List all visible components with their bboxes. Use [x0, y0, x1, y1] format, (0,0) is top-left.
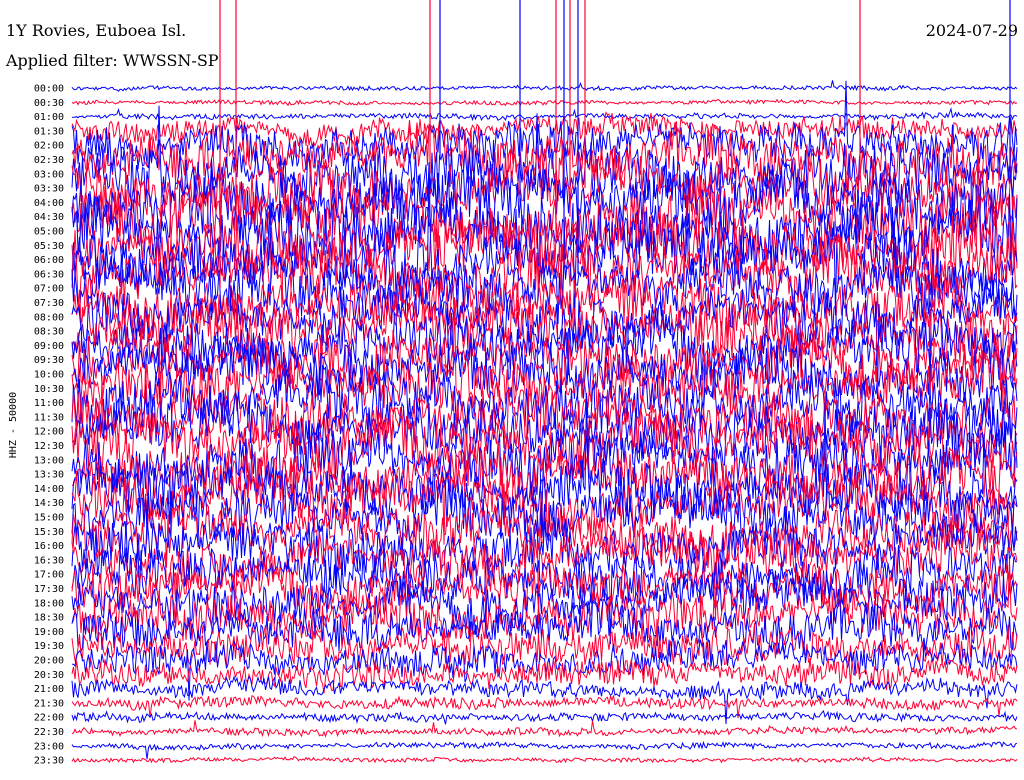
row-time-label: 16:30	[34, 555, 64, 566]
chart-title: 1Y Rovies, Euboea Isl.	[6, 21, 186, 40]
row-time-label: 06:30	[34, 269, 64, 280]
row-time-label: 11:30	[34, 412, 64, 423]
row-time-label: 05:00	[34, 227, 64, 238]
row-time-label: 23:30	[34, 756, 64, 767]
helicorder-chart: 00:00 00:30 01:00 01:30 02:00 02:30 03:00 03:30…	[0, 0, 1024, 780]
y-axis-label: HHZ - 50000	[8, 392, 19, 458]
row-time-label: 22:30	[34, 727, 64, 738]
row-time-label: 04:00	[34, 198, 64, 209]
row-time-label: 19:30	[34, 641, 64, 652]
chart-date: 2024-07-29	[926, 21, 1018, 40]
row-time-label: 02:00	[34, 141, 64, 152]
row-time-label: 14:30	[34, 498, 64, 509]
row-time-label: 13:00	[34, 455, 64, 466]
row-time-label: 20:30	[34, 670, 64, 681]
row-time-label: 08:30	[34, 327, 64, 338]
row-time-label: 12:00	[34, 427, 64, 438]
row-time-label: 20:00	[34, 656, 64, 667]
row-time-label: 10:00	[34, 370, 64, 381]
row-time-label: 23:00	[34, 741, 64, 752]
row-time-label: 11:00	[34, 398, 64, 409]
row-time-label: 00:30	[34, 98, 64, 109]
row-time-label: 12:30	[34, 441, 64, 452]
row-time-label: 09:00	[34, 341, 64, 352]
row-time-label: 04:30	[34, 212, 64, 223]
row-time-label: 07:00	[34, 284, 64, 295]
row-time-label: 15:30	[34, 527, 64, 538]
row-time-label: 10:30	[34, 384, 64, 395]
row-time-label: 09:30	[34, 355, 64, 366]
row-time-label: 17:30	[34, 584, 64, 595]
row-time-label: 18:30	[34, 613, 64, 624]
chart-subtitle: Applied filter: WWSSN-SP	[5, 51, 219, 70]
row-time-label: 14:00	[34, 484, 64, 495]
row-time-label: 01:30	[34, 126, 64, 137]
row-time-label: 13:30	[34, 470, 64, 481]
row-time-label: 18:00	[34, 598, 64, 609]
row-time-label: 17:00	[34, 570, 64, 581]
row-time-label: 16:00	[34, 541, 64, 552]
row-time-label: 06:00	[34, 255, 64, 266]
row-time-label: 19:00	[34, 627, 64, 638]
row-time-label: 22:00	[34, 713, 64, 724]
row-time-label: 08:00	[34, 312, 64, 323]
row-time-label: 01:00	[34, 112, 64, 123]
row-time-label: 02:30	[34, 155, 64, 166]
row-time-label: 05:30	[34, 241, 64, 252]
row-time-label: 03:00	[34, 169, 64, 180]
row-time-label: 15:00	[34, 513, 64, 524]
row-time-label: 03:30	[34, 184, 64, 195]
row-time-label: 21:30	[34, 698, 64, 709]
row-time-label: 21:00	[34, 684, 64, 695]
row-time-label: 00:00	[34, 84, 64, 95]
row-time-label: 07:30	[34, 298, 64, 309]
